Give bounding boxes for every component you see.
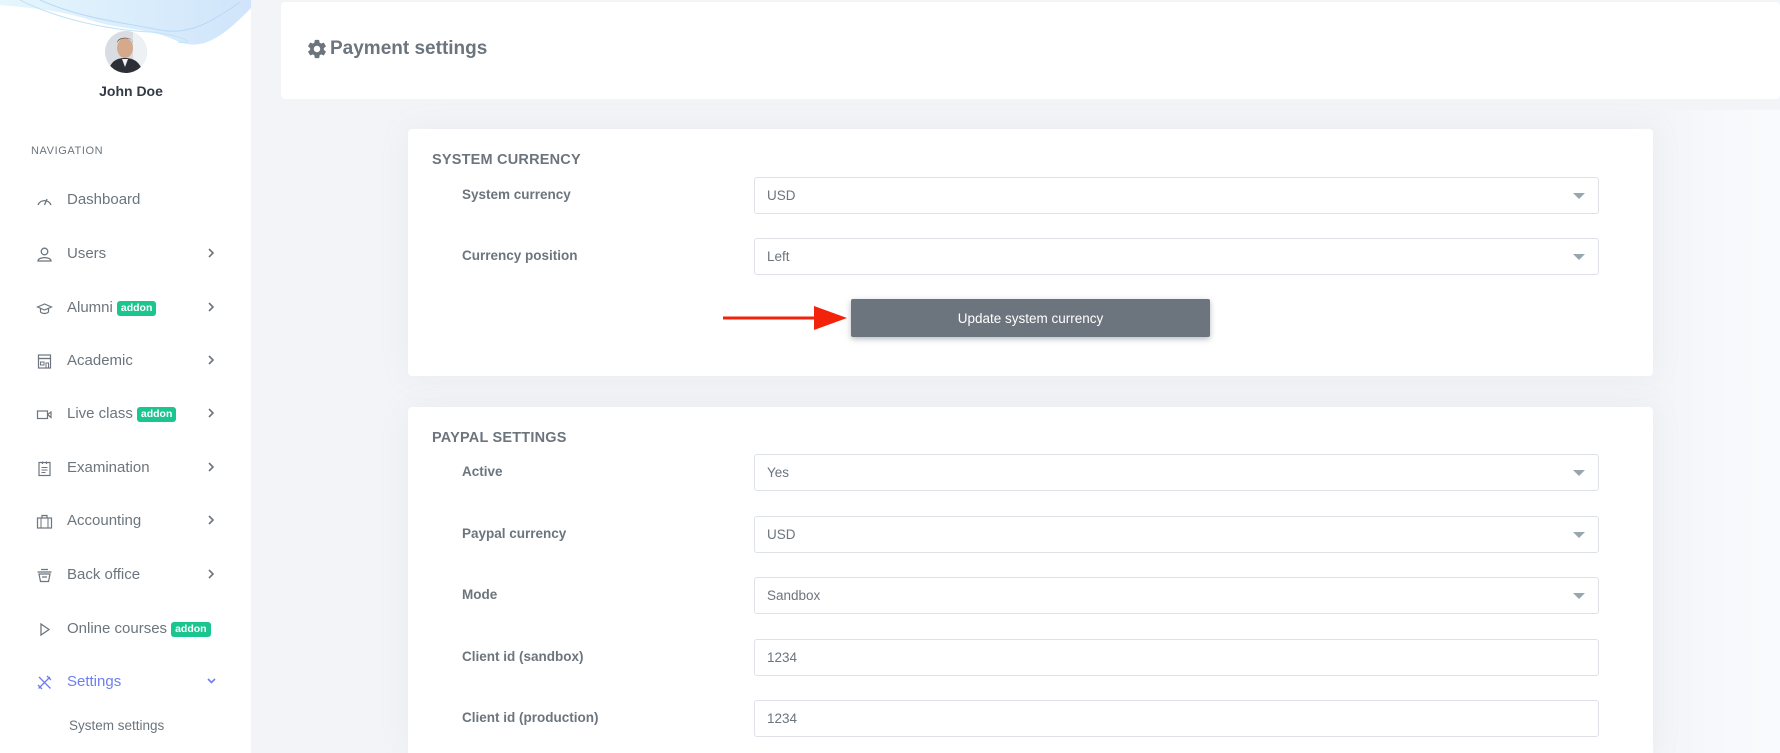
system-currency-card: SYSTEM CURRENCY System currency USD Curr… <box>408 129 1653 376</box>
sidebar-item-online-courses[interactable]: Online courses addon <box>0 609 251 649</box>
chevron-right-icon <box>205 300 217 314</box>
client-id-sandbox-label: Client id (sandbox) <box>462 649 584 664</box>
caret-down-icon <box>1573 254 1585 260</box>
sidebar-item-settings[interactable]: Settings <box>0 662 251 702</box>
paypal-settings-card: PAYPAL SETTINGS Active Yes Paypal curren… <box>408 407 1653 753</box>
tools-icon <box>36 674 53 691</box>
sidebar-item-users[interactable]: Users <box>0 234 251 274</box>
briefcase-icon <box>36 513 53 530</box>
currency-position-select[interactable]: Left <box>754 238 1599 275</box>
background-shade <box>1653 110 1780 753</box>
select-value: USD <box>767 188 796 203</box>
sidebar-item-academic[interactable]: Academic <box>0 341 251 381</box>
paypal-currency-label: Paypal currency <box>462 526 566 541</box>
store-icon <box>36 353 53 370</box>
select-value: Left <box>767 249 790 264</box>
sidebar-item-text: Live class <box>67 405 133 422</box>
sidebar: John Doe NAVIGATION Dashboard Users Alum… <box>0 0 251 753</box>
user-name: John Doe <box>0 83 251 99</box>
caret-down-icon <box>1573 593 1585 599</box>
sidebar-item-dashboard[interactable]: Dashboard <box>0 180 251 220</box>
client-id-sandbox-input[interactable] <box>754 639 1599 676</box>
graduation-cap-icon <box>36 300 53 317</box>
page-title: Payment settings <box>306 38 487 60</box>
paypal-active-label: Active <box>462 464 503 479</box>
sidebar-item-label: Live class addon <box>67 405 176 422</box>
page-header <box>281 2 1780 99</box>
currency-position-label: Currency position <box>462 248 578 263</box>
addon-badge: addon <box>137 407 177 422</box>
play-icon <box>36 621 53 638</box>
sidebar-item-text: Online courses <box>67 620 167 637</box>
video-icon <box>36 406 53 423</box>
caret-down-icon <box>1573 532 1585 538</box>
avatar[interactable] <box>105 31 147 73</box>
sidebar-item-accounting[interactable]: Accounting <box>0 501 251 541</box>
paypal-mode-select[interactable]: Sandbox <box>754 577 1599 614</box>
sidebar-item-label: Examination <box>67 459 150 476</box>
caret-down-icon <box>1573 470 1585 476</box>
select-value: Sandbox <box>767 588 820 603</box>
annotation-arrow-icon <box>723 306 847 330</box>
client-id-production-input[interactable] <box>754 700 1599 737</box>
basket-icon <box>36 567 53 584</box>
chevron-right-icon <box>205 406 217 420</box>
chevron-right-icon <box>205 567 217 581</box>
sidebar-item-back-office[interactable]: Back office <box>0 555 251 595</box>
paypal-active-select[interactable]: Yes <box>754 454 1599 491</box>
paypal-mode-label: Mode <box>462 587 497 602</box>
chevron-right-icon <box>205 460 217 474</box>
chevron-down-icon <box>205 674 217 688</box>
addon-badge: addon <box>117 301 157 316</box>
sidebar-item-label: Alumni addon <box>67 299 156 316</box>
sidebar-item-label: Accounting <box>67 512 141 529</box>
sidebar-subitem-system-settings[interactable]: System settings <box>69 718 164 733</box>
clipboard-icon <box>36 460 53 477</box>
sidebar-item-label: Users <box>67 245 106 262</box>
user-icon <box>36 246 53 263</box>
system-currency-label: System currency <box>462 187 571 202</box>
navigation-section-title: NAVIGATION <box>31 145 103 157</box>
paypal-settings-heading: PAYPAL SETTINGS <box>432 430 567 446</box>
caret-down-icon <box>1573 193 1585 199</box>
sidebar-item-label: Academic <box>67 352 133 369</box>
addon-badge: addon <box>171 622 211 637</box>
select-value: USD <box>767 527 796 542</box>
select-value: Yes <box>767 465 789 480</box>
sidebar-item-text: Alumni <box>67 299 113 316</box>
sidebar-item-live-class[interactable]: Live class addon <box>0 394 251 434</box>
chevron-right-icon <box>205 353 217 367</box>
dashboard-icon <box>36 192 53 209</box>
sidebar-item-label: Dashboard <box>67 191 140 208</box>
page-title-text: Payment settings <box>330 38 487 60</box>
gear-icon <box>306 38 328 60</box>
sidebar-item-alumni[interactable]: Alumni addon <box>0 288 251 328</box>
system-currency-select[interactable]: USD <box>754 177 1599 214</box>
sidebar-item-examination[interactable]: Examination <box>0 448 251 488</box>
sidebar-item-label: Settings <box>67 673 121 690</box>
chevron-right-icon <box>205 246 217 260</box>
client-id-production-label: Client id (production) <box>462 710 598 725</box>
sidebar-item-label: Back office <box>67 566 140 583</box>
chevron-right-icon <box>205 513 217 527</box>
paypal-currency-select[interactable]: USD <box>754 516 1599 553</box>
system-currency-heading: SYSTEM CURRENCY <box>432 152 581 168</box>
sidebar-item-label: Online courses addon <box>67 620 211 637</box>
update-system-currency-button[interactable]: Update system currency <box>851 299 1210 337</box>
